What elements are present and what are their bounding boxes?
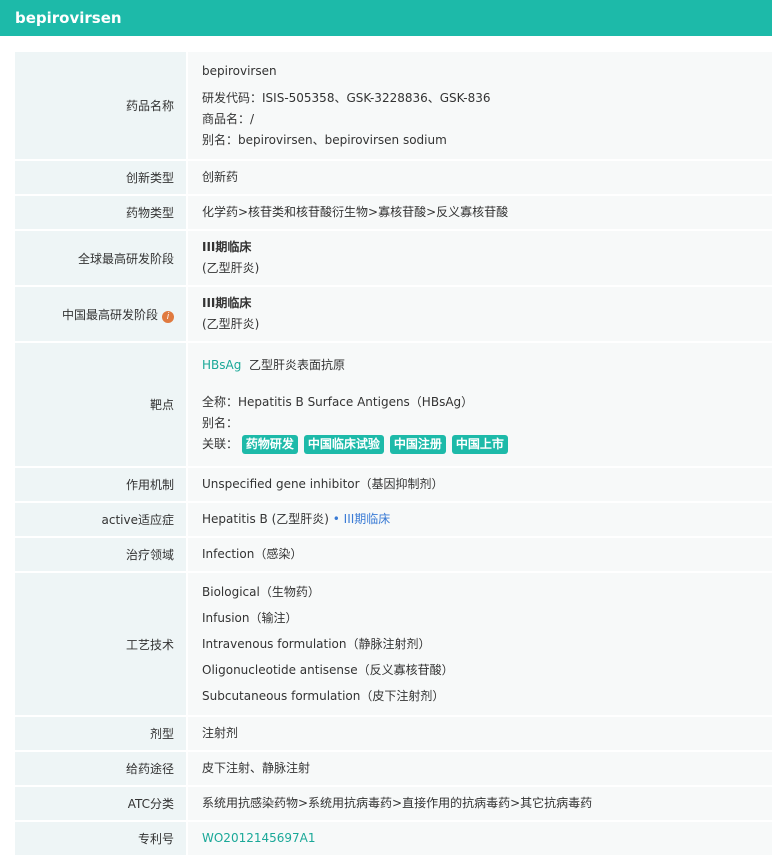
label: 工艺技术 (15, 572, 188, 717)
tech-item: Intravenous formulation（静脉注射剂） (202, 637, 431, 651)
target-alias: 别名： (202, 415, 239, 430)
value: Unspecified gene inhibitor（基因抑制剂） (187, 467, 772, 503)
row-atc: ATC分类 系统用抗感染药物>系统用抗病毒药>直接作用的抗病毒药>其它抗病毒药 (15, 786, 772, 822)
row-drug-type: 药物类型 化学药>核苷类和核苷酸衍生物>寡核苷酸>反义寡核苷酸 (15, 195, 772, 231)
target-link[interactable]: HBsAg (202, 358, 241, 372)
label: 作用机制 (15, 467, 188, 503)
related-label: 关联： (202, 436, 239, 451)
alias: 别名：bepirovirsen、bepirovirsen sodium (202, 132, 447, 147)
label: 专利号 (15, 821, 188, 857)
row-therapy-area: 治疗领域 Infection（感染） (15, 537, 772, 573)
dev-code: 研发代码：ISIS-505358、GSK-3228836、GSK-836 (202, 90, 491, 105)
label: 创新类型 (15, 160, 188, 196)
value: 化学药>核苷类和核苷酸衍生物>寡核苷酸>反义寡核苷酸 (187, 195, 772, 231)
target-cn: 乙型肝炎表面抗原 (248, 357, 345, 372)
label: 剂型 (15, 716, 188, 752)
value: Hepatitis B (乙型肝炎) (202, 512, 329, 526)
value: 注射剂 (187, 716, 772, 752)
tech-item: Infusion（输注） (202, 611, 298, 625)
tech-item: Oligonucleotide antisense（反义寡核苷酸） (202, 663, 454, 677)
phase: III期临床 (202, 240, 252, 254)
label: ATC分类 (15, 786, 188, 822)
label: 中国最高研发阶段 (61, 307, 158, 322)
tech-item: Subcutaneous formulation（皮下注射剂） (202, 689, 445, 703)
label: 药物类型 (15, 195, 188, 231)
label: 靶点 (15, 342, 188, 468)
phase-link[interactable]: • III期临床 (333, 512, 391, 526)
patent-link[interactable]: WO2012145697A1 (202, 831, 316, 845)
tech-item: Biological（生物药） (202, 585, 320, 599)
row-patent: 专利号 WO2012145697A1 (15, 821, 772, 857)
tag-china-trial[interactable]: 中国临床试验 (303, 434, 384, 454)
indication: (乙型肝炎) (202, 261, 260, 275)
label: 全球最高研发阶段 (15, 230, 188, 287)
label: 给药途径 (15, 751, 188, 787)
trade-name: 商品名：/ (202, 111, 255, 126)
row-china-phase: 中国最高研发阶段 i III期临床 (乙型肝炎) (15, 286, 772, 343)
label: 治疗领域 (15, 537, 188, 573)
page-title: bepirovirsen (0, 0, 772, 36)
row-drug-name: 药品名称 bepirovirsen 研发代码：ISIS-505358、GSK-3… (15, 52, 772, 161)
row-technology: 工艺技术 Biological（生物药） Infusion（输注） Intraven… (15, 572, 772, 717)
indication: (乙型肝炎) (202, 317, 260, 331)
row-mechanism: 作用机制 Unspecified gene inhibitor（基因抑制剂） (15, 467, 772, 503)
value: 皮下注射、静脉注射 (187, 751, 772, 787)
label: 药品名称 (15, 52, 188, 161)
value: 创新药 (187, 160, 772, 196)
drug-info-table: 药品名称 bepirovirsen 研发代码：ISIS-505358、GSK-3… (15, 52, 772, 857)
full-name: 全称：Hepatitis B Surface Antigens（HBsAg） (202, 394, 474, 409)
value: Infection（感染） (187, 537, 772, 573)
row-route: 给药途径 皮下注射、静脉注射 (15, 751, 772, 787)
row-active-indication: active适应症 Hepatitis B (乙型肝炎) • III期临床 (15, 502, 772, 538)
label: active适应症 (15, 502, 188, 538)
row-target: 靶点 HBsAg 乙型肝炎表面抗原 全称：Hepatitis B Surface… (15, 342, 772, 468)
info-icon[interactable]: i (162, 310, 174, 323)
row-innovation: 创新类型 创新药 (15, 160, 772, 196)
row-dosage-form: 剂型 注射剂 (15, 716, 772, 752)
tag-drug-rd[interactable]: 药物研发 (241, 434, 298, 454)
tag-china-reg[interactable]: 中国注册 (389, 434, 446, 454)
drug-name: bepirovirsen (202, 63, 277, 78)
row-global-phase: 全球最高研发阶段 III期临床 (乙型肝炎) (15, 230, 772, 287)
value: 系统用抗感染药物>系统用抗病毒药>直接作用的抗病毒药>其它抗病毒药 (187, 786, 772, 822)
phase: III期临床 (202, 296, 252, 310)
tag-china-market[interactable]: 中国上市 (451, 434, 508, 454)
